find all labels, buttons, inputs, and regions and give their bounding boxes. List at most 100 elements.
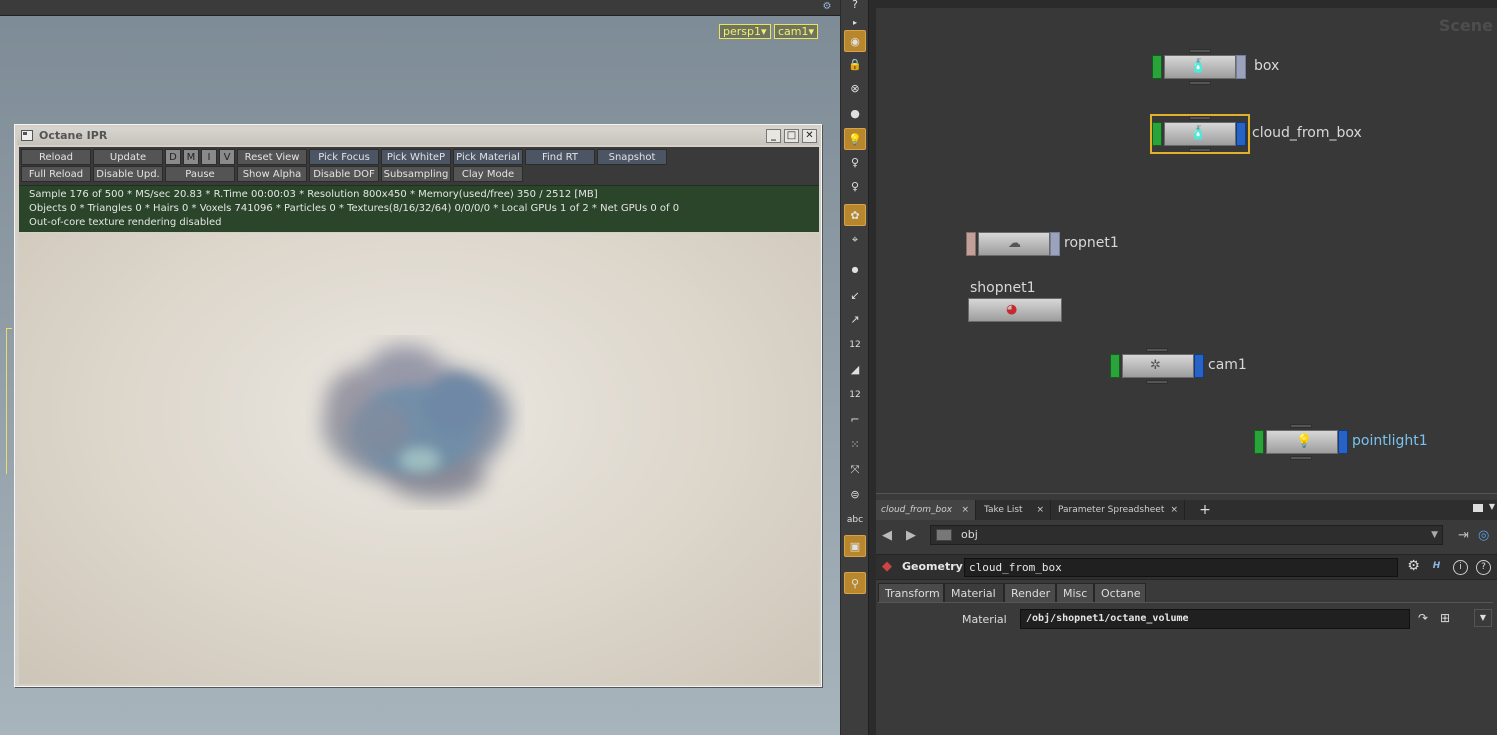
input-connector[interactable]: [1189, 116, 1211, 120]
input-connector[interactable]: [1189, 49, 1211, 53]
brush-icon[interactable]: ↙: [844, 285, 866, 307]
tab-take-list[interactable]: Take List ×: [979, 500, 1051, 520]
display-options-icon[interactable]: ⚙: [820, 0, 834, 14]
material-path-field[interactable]: /obj/shopnet1/octane_volume: [1020, 609, 1410, 629]
minimize-icon[interactable]: _: [766, 129, 781, 143]
render-preview[interactable]: [19, 233, 819, 684]
jump-to-operator-icon[interactable]: ↷: [1418, 611, 1428, 625]
camera-icon[interactable]: ⌖: [844, 229, 866, 251]
node-cam1[interactable]: ✲: [1110, 348, 1204, 384]
add-tab-icon[interactable]: +: [1196, 500, 1214, 520]
pick-material-button[interactable]: Pick Material: [453, 149, 523, 165]
node-name-field[interactable]: cloud_from_box: [964, 558, 1398, 577]
v-button[interactable]: V: [219, 149, 235, 165]
node-shopnet1[interactable]: ◕: [968, 298, 1062, 322]
pane-menu-icon[interactable]: ▼: [1489, 502, 1495, 511]
clay-mode-button[interactable]: Clay Mode: [453, 166, 523, 182]
disable-update-button[interactable]: Disable Upd.: [93, 166, 163, 182]
pin-icon[interactable]: ⚲: [844, 572, 866, 594]
tab-cloud-from-box[interactable]: cloud_from_box ×: [876, 500, 976, 520]
display-flag[interactable]: [1152, 122, 1162, 146]
node-label-cam1[interactable]: cam1: [1208, 357, 1247, 373]
back-arrow-icon[interactable]: ◀: [882, 528, 892, 543]
snap-icon[interactable]: ⊗: [844, 78, 866, 100]
node-label-box[interactable]: box: [1254, 58, 1279, 74]
sphere-icon[interactable]: ●: [844, 103, 866, 125]
tab-misc[interactable]: Misc: [1056, 583, 1094, 603]
close-tab-icon[interactable]: ×: [961, 500, 969, 520]
node-label-cloud-from-box[interactable]: cloud_from_box: [1252, 125, 1362, 141]
number-icon[interactable]: 12: [844, 334, 866, 356]
pin-pane-icon[interactable]: ⇥: [1458, 528, 1469, 543]
reload-button[interactable]: Reload: [21, 149, 91, 165]
input-connector[interactable]: [1290, 424, 1312, 428]
operator-chooser-icon[interactable]: ⊞: [1440, 611, 1450, 625]
scene-viewport[interactable]: ⚙ persp1▾ cam1▾ Octane IPR _ □ ✕ Reload …: [0, 0, 840, 735]
chevron-down-icon[interactable]: ▼: [1474, 609, 1492, 627]
pause-button[interactable]: Pause: [165, 166, 235, 182]
close-tab-icon[interactable]: ×: [1036, 500, 1044, 520]
full-reload-button[interactable]: Full Reload: [21, 166, 91, 182]
close-icon[interactable]: ✕: [802, 129, 817, 143]
ipr-title-bar[interactable]: Octane IPR _ □ ✕: [17, 127, 819, 145]
cam-camera-menu[interactable]: cam1▾: [774, 24, 819, 39]
image-icon[interactable]: ▣: [844, 535, 866, 557]
help-h-icon[interactable]: H: [1429, 560, 1444, 575]
output-connector[interactable]: [1146, 380, 1168, 384]
subsampling-button[interactable]: Subsampling: [381, 166, 451, 182]
render-flag[interactable]: [1236, 122, 1246, 146]
spot-light-icon[interactable]: ♀: [844, 152, 866, 174]
tab-transform[interactable]: Transform: [878, 583, 944, 603]
reset-view-button[interactable]: Reset View: [237, 149, 307, 165]
d-button[interactable]: D: [165, 149, 181, 165]
axis-icon[interactable]: ⤧: [844, 459, 866, 481]
close-tab-icon[interactable]: ×: [1170, 500, 1178, 520]
node-cloud-from-box[interactable]: 🧴: [1152, 116, 1248, 152]
input-connector[interactable]: [1146, 348, 1168, 352]
output-connector[interactable]: [1290, 456, 1312, 460]
display-flag[interactable]: [1110, 354, 1120, 378]
tab-render[interactable]: Render: [1004, 583, 1056, 603]
chevron-down-icon[interactable]: ▼: [1431, 526, 1438, 544]
pane-layout-icon[interactable]: [1473, 504, 1483, 512]
update-button[interactable]: Update: [93, 149, 163, 165]
pick-focus-button[interactable]: Pick Focus: [309, 149, 379, 165]
render-flag[interactable]: [1050, 232, 1060, 256]
i-button[interactable]: I: [201, 149, 217, 165]
tab-octane[interactable]: Octane: [1094, 583, 1146, 603]
paint-number-icon[interactable]: 12: [844, 384, 866, 406]
bypass-flag[interactable]: [966, 232, 976, 256]
node-label-shopnet1[interactable]: shopnet1: [970, 280, 1036, 296]
maximize-icon[interactable]: □: [784, 129, 799, 143]
node-label-pointlight1[interactable]: pointlight1: [1352, 433, 1428, 449]
render-flag[interactable]: [1338, 430, 1348, 454]
help-icon[interactable]: ?: [1476, 560, 1491, 575]
tab-material[interactable]: Material: [944, 583, 1004, 603]
node-label-ropnet1[interactable]: ropnet1: [1064, 235, 1119, 251]
grid-icon[interactable]: ⁙: [844, 434, 866, 456]
render-flag[interactable]: [1236, 55, 1246, 79]
lock-icon[interactable]: 🔒: [844, 54, 866, 76]
m-button[interactable]: M: [183, 149, 199, 165]
network-editor[interactable]: Scene 🧴 box 🧴 cloud_from_box ☁ ropnet1 s…: [876, 0, 1497, 493]
node-pointlight1[interactable]: 💡: [1254, 424, 1348, 460]
find-rt-button[interactable]: Find RT: [525, 149, 595, 165]
tab-parameter-spreadsheet[interactable]: Parameter Spreadsheet ×: [1053, 500, 1185, 520]
node-box[interactable]: 🧴: [1152, 49, 1248, 85]
node-ropnet1[interactable]: ☁: [966, 232, 1060, 256]
circle-icon[interactable]: ⊜: [844, 484, 866, 506]
snapshot-button[interactable]: Snapshot: [597, 149, 667, 165]
curve-icon[interactable]: ⌐: [844, 409, 866, 431]
display-flag[interactable]: [1152, 55, 1162, 79]
display-flag[interactable]: [1254, 430, 1264, 454]
point-light-icon[interactable]: ♀: [844, 176, 866, 198]
pen-icon[interactable]: ↗: [844, 309, 866, 331]
link-pane-icon[interactable]: ◎: [1478, 528, 1489, 543]
output-connector[interactable]: [1189, 81, 1211, 85]
text-icon[interactable]: abc: [844, 509, 866, 531]
render-flag[interactable]: [1194, 354, 1204, 378]
light-bulb-icon[interactable]: 💡: [844, 128, 866, 150]
disable-dof-button[interactable]: Disable DOF: [309, 166, 379, 182]
show-alpha-button[interactable]: Show Alpha: [237, 166, 307, 182]
forward-arrow-icon[interactable]: ▶: [906, 528, 916, 543]
